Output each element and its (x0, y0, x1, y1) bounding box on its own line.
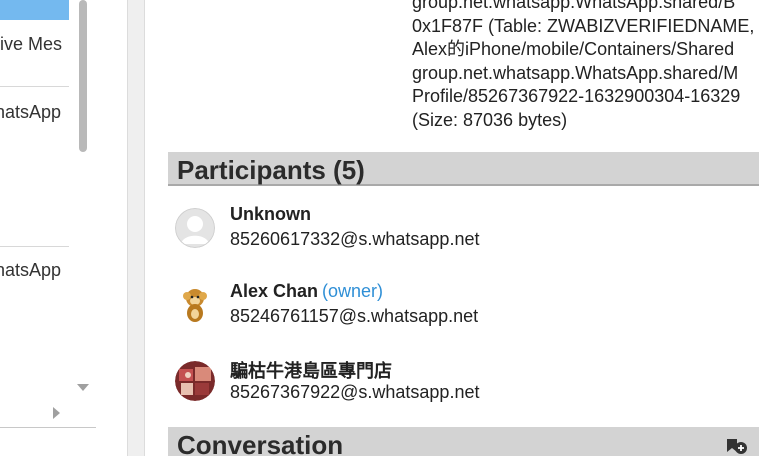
participant-row[interactable]: Alex Chan (owner) 85246761157@s.whatsapp.… (175, 281, 735, 329)
list-item-text[interactable]: hatsApp (0, 102, 61, 123)
list-item-text[interactable]: hatsApp (0, 260, 61, 281)
selected-list-item[interactable] (0, 0, 69, 20)
participant-jid: 85260617332@s.whatsapp.net (230, 229, 480, 249)
participants-title: Participants (5) (177, 155, 365, 185)
conversation-header: Conversation (168, 427, 759, 456)
list-separator (0, 246, 69, 247)
source-info: group.net.whatsapp.WhatsApp.shared/B 0x1… (412, 0, 754, 132)
scroll-down-arrow-icon[interactable] (77, 384, 89, 391)
source-line: Alex的iPhone/mobile/Containers/Shared (412, 39, 735, 59)
participant-name: 騙枯牛港島區專門店 (230, 361, 392, 381)
photo-avatar-icon (175, 361, 215, 401)
vertical-scrollbar-thumb[interactable] (79, 0, 87, 152)
participants-header: Participants (5) (168, 152, 759, 186)
scroll-right-arrow-icon[interactable] (53, 407, 60, 419)
conversation-title: Conversation (177, 430, 344, 456)
participant-jid: 85267367922@s.whatsapp.net (230, 382, 480, 402)
chat-detail-pane: group.net.whatsapp.WhatsApp.shared/B 0x1… (145, 0, 759, 456)
chat-list-pane: tive Mes hatsApp hatsApp (0, 0, 96, 456)
participant-jid: 85246761157@s.whatsapp.net (230, 306, 479, 326)
owner-link[interactable]: (owner) (322, 281, 383, 301)
participant-name: Unknown (230, 204, 311, 224)
participant-row[interactable]: Unknown 85260617332@s.whatsapp.net (175, 204, 735, 252)
default-avatar-icon (175, 208, 215, 248)
list-item-text[interactable]: tive Mes (0, 34, 62, 55)
source-line: group.net.whatsapp.WhatsApp.shared/B (412, 0, 736, 12)
source-line: 0x1F87F (Table: ZWABIZVERIFIEDNAME, (412, 15, 755, 36)
participant-name: Alex Chan (owner) (230, 281, 384, 301)
source-line: (Size: 87036 bytes) (412, 109, 568, 130)
pane-splitter[interactable] (127, 0, 145, 456)
source-line: Profile/85267367922-1632900304-16329 (412, 86, 741, 106)
monkey-avatar-icon (175, 285, 215, 325)
participant-row[interactable]: 騙枯牛港島區專門店 85267367922@s.whatsapp.net (175, 357, 735, 405)
add-bookmark-icon[interactable] (724, 437, 748, 456)
list-separator (0, 86, 69, 87)
horizontal-divider (0, 427, 96, 428)
source-line: group.net.whatsapp.WhatsApp.shared/M (412, 62, 739, 83)
